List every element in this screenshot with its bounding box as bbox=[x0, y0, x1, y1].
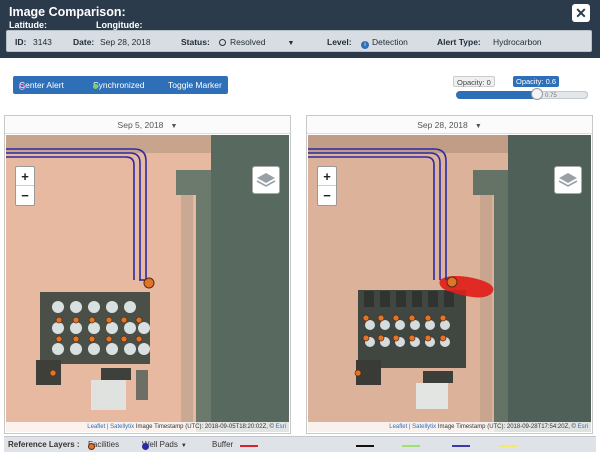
info-icon: i bbox=[361, 41, 369, 49]
opacity-current-label: Opacity: 0.6 bbox=[513, 76, 560, 87]
opacity-slider-handle[interactable] bbox=[531, 88, 543, 100]
level-value-group: i Detection bbox=[361, 37, 408, 49]
reference-layers-label: Reference Layers : bbox=[8, 440, 80, 449]
layers-icon bbox=[256, 173, 276, 187]
date-label: Date: bbox=[73, 37, 95, 47]
right-layers-button[interactable] bbox=[554, 166, 582, 194]
left-attribution-text: Image Timestamp (UTC): 2018-09-05T18:20:… bbox=[134, 424, 276, 430]
left-zoom-control: + − bbox=[15, 166, 35, 206]
close-icon: ✕ bbox=[575, 5, 587, 21]
synchronized-label: Synchronized bbox=[93, 80, 145, 90]
opacity-min-label: Opacity: 0 bbox=[453, 76, 495, 87]
level-value: Detection bbox=[372, 37, 408, 47]
status-dropdown[interactable]: Resolved ▼ bbox=[219, 37, 294, 47]
zoom-out-button[interactable]: − bbox=[318, 186, 336, 205]
legend-line-green bbox=[402, 445, 420, 447]
right-map-panel: Sep 28, 2018 ▼ + − Leaflet | Satellytix … bbox=[306, 115, 593, 434]
legend-line-blue bbox=[452, 445, 470, 447]
map-controls-bar: Center Alert Synchronized Toggle Marker bbox=[13, 76, 228, 94]
dialog-title: Image Comparison: bbox=[9, 5, 126, 19]
latitude-label: Latitude: bbox=[9, 20, 47, 30]
buffer-label: Buffer bbox=[212, 440, 234, 449]
id-value: 3143 bbox=[33, 37, 52, 47]
center-alert-button[interactable]: Center Alert bbox=[19, 80, 64, 90]
well-pads-layer-toggle[interactable]: Well Pads ▼ bbox=[142, 440, 187, 450]
dialog-header: Image Comparison: Latitude: Longitude: ✕… bbox=[0, 0, 600, 58]
left-attribution-links[interactable]: Leaflet | Satellytix bbox=[87, 424, 134, 430]
status-value: Resolved bbox=[230, 37, 266, 47]
alert-type-value: Hydrocarbon bbox=[493, 37, 542, 47]
zoom-out-button[interactable]: − bbox=[16, 186, 34, 205]
left-date-label: Sep 5, 2018 bbox=[117, 120, 164, 130]
zoom-in-button[interactable]: + bbox=[318, 167, 336, 186]
close-button[interactable]: ✕ bbox=[572, 4, 590, 22]
left-map-attribution: Leaflet | Satellytix Image Timestamp (UT… bbox=[6, 422, 289, 432]
left-map-panel: Sep 5, 2018 ▼ + − Leaflet | Satellytix I… bbox=[4, 115, 291, 434]
center-alert-label: Center Alert bbox=[19, 80, 64, 90]
alert-marker[interactable] bbox=[143, 277, 155, 289]
right-zoom-control: + − bbox=[317, 166, 337, 206]
buffer-layer-toggle[interactable]: Buffer bbox=[212, 440, 233, 449]
status-label: Status: bbox=[181, 37, 210, 47]
right-map-attribution: Leaflet | Satellytix Image Timestamp (UT… bbox=[308, 422, 591, 432]
left-layers-button[interactable] bbox=[252, 166, 280, 194]
level-label: Level: bbox=[327, 37, 352, 47]
facility-dot-icon bbox=[88, 443, 95, 450]
facilities-layer-toggle[interactable]: Facilities bbox=[88, 440, 119, 450]
chevron-down-icon: ▼ bbox=[170, 123, 178, 130]
id-label: ID: bbox=[15, 37, 27, 47]
right-attribution-text: Image Timestamp (UTC): 2018-09-28T17:54:… bbox=[436, 424, 578, 430]
right-satellite-map[interactable]: + − Leaflet | Satellytix Image Timestamp… bbox=[308, 135, 591, 432]
alert-type-label: Alert Type: bbox=[437, 37, 481, 47]
sync-status-icon bbox=[93, 84, 98, 89]
zoom-in-button[interactable]: + bbox=[16, 167, 34, 186]
left-date-selector[interactable]: Sep 5, 2018 ▼ bbox=[5, 116, 290, 134]
layers-icon bbox=[558, 173, 578, 187]
alert-info-bar: ID: 3143 Date: Sep 28, 2018 Status: Reso… bbox=[6, 30, 592, 52]
legend-line-black bbox=[356, 445, 374, 447]
right-date-selector[interactable]: Sep 28, 2018 ▼ bbox=[307, 116, 592, 134]
buffer-line-swatch bbox=[240, 445, 258, 447]
left-satellite-map[interactable]: + − Leaflet | Satellytix Image Timestamp… bbox=[6, 135, 289, 432]
right-date-label: Sep 28, 2018 bbox=[417, 120, 468, 130]
left-attribution-esri[interactable]: Esri bbox=[276, 424, 286, 430]
target-icon bbox=[19, 84, 25, 90]
reference-layers-bar: Reference Layers : Facilities Well Pads ▼… bbox=[4, 436, 596, 452]
chevron-down-icon: ▼ bbox=[287, 40, 295, 47]
legend-line-yellow bbox=[499, 445, 517, 447]
alert-marker[interactable] bbox=[446, 276, 458, 288]
circle-icon bbox=[219, 39, 226, 46]
right-attribution-links[interactable]: Leaflet | Satellytix bbox=[389, 424, 436, 430]
date-value: Sep 28, 2018 bbox=[100, 37, 151, 47]
longitude-label: Longitude: bbox=[96, 20, 143, 30]
toggle-marker-button[interactable]: Toggle Marker bbox=[168, 80, 222, 90]
chevron-down-icon: ▼ bbox=[180, 443, 187, 449]
well-pad-dot-icon bbox=[142, 443, 149, 450]
chevron-down-icon: ▼ bbox=[474, 123, 482, 130]
opacity-slider-value: 0.75 bbox=[545, 93, 557, 99]
right-attribution-esri[interactable]: Esri bbox=[578, 424, 588, 430]
synchronized-toggle[interactable]: Synchronized bbox=[93, 80, 145, 90]
